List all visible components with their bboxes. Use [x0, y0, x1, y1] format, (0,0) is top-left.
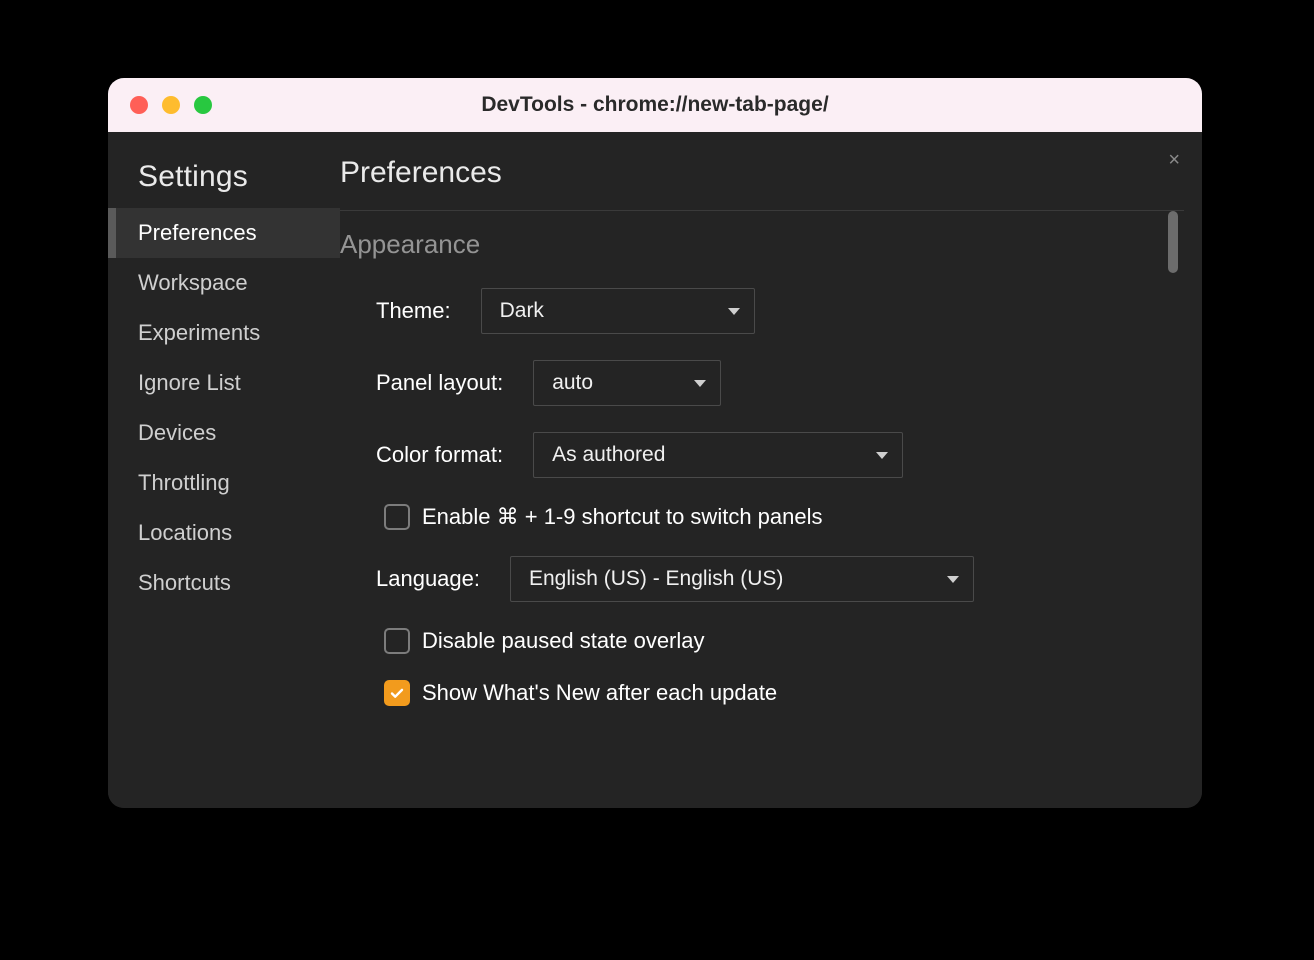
window-close-button[interactable] — [130, 96, 148, 114]
scrollbar-thumb[interactable] — [1168, 211, 1178, 273]
theme-select-value: Dark — [500, 299, 544, 323]
sidebar-title: Settings — [108, 156, 340, 208]
page-title: Preferences — [340, 156, 1184, 190]
show-whats-new-row: Show What's New after each update — [340, 680, 1176, 706]
sidebar-item-label: Ignore List — [138, 370, 241, 395]
chevron-down-icon — [876, 452, 888, 459]
language-row: Language: English (US) - English (US) — [340, 556, 1176, 602]
settings-body: × Settings Preferences Workspace Experim… — [108, 132, 1202, 808]
theme-select[interactable]: Dark — [481, 288, 755, 334]
sidebar-item-throttling[interactable]: Throttling — [108, 458, 340, 508]
preferences-content: Appearance Theme: Dark Panel layout: aut… — [340, 210, 1184, 808]
chevron-down-icon — [947, 576, 959, 583]
sidebar-item-ignore-list[interactable]: Ignore List — [108, 358, 340, 408]
show-whats-new-checkbox[interactable] — [384, 680, 410, 706]
sidebar-item-shortcuts[interactable]: Shortcuts — [108, 558, 340, 608]
sidebar-item-label: Devices — [138, 420, 216, 445]
panel-layout-select[interactable]: auto — [533, 360, 721, 406]
enable-shortcut-label: Enable ⌘ + 1-9 shortcut to switch panels — [422, 504, 823, 530]
sidebar-item-workspace[interactable]: Workspace — [108, 258, 340, 308]
sidebar-item-experiments[interactable]: Experiments — [108, 308, 340, 358]
settings-main: Preferences Appearance Theme: Dark Panel… — [340, 132, 1202, 808]
chevron-down-icon — [694, 380, 706, 387]
language-select-value: English (US) - English (US) — [529, 567, 783, 591]
theme-label: Theme: — [376, 298, 451, 324]
color-format-label: Color format: — [376, 442, 503, 468]
color-format-select-value: As authored — [552, 443, 665, 467]
check-icon — [389, 685, 405, 701]
color-format-select[interactable]: As authored — [533, 432, 903, 478]
sidebar-item-devices[interactable]: Devices — [108, 408, 340, 458]
language-select[interactable]: English (US) - English (US) — [510, 556, 974, 602]
sidebar-item-label: Shortcuts — [138, 570, 231, 595]
sidebar-item-label: Throttling — [138, 470, 230, 495]
sidebar-item-label: Preferences — [138, 220, 257, 245]
color-format-row: Color format: As authored — [340, 432, 1176, 478]
window-zoom-button[interactable] — [194, 96, 212, 114]
language-label: Language: — [376, 566, 480, 592]
chevron-down-icon — [728, 308, 740, 315]
enable-shortcut-checkbox[interactable] — [384, 504, 410, 530]
titlebar: DevTools - chrome://new-tab-page/ — [108, 78, 1202, 132]
sidebar-item-locations[interactable]: Locations — [108, 508, 340, 558]
panel-layout-label: Panel layout: — [376, 370, 503, 396]
section-heading-appearance: Appearance — [340, 229, 1176, 260]
sidebar-item-label: Locations — [138, 520, 232, 545]
window-title: DevTools - chrome://new-tab-page/ — [108, 93, 1202, 117]
sidebar-item-label: Experiments — [138, 320, 260, 345]
sidebar-item-label: Workspace — [138, 270, 248, 295]
disable-paused-overlay-checkbox[interactable] — [384, 628, 410, 654]
sidebar-item-preferences[interactable]: Preferences — [108, 208, 340, 258]
traffic-lights — [130, 96, 212, 114]
disable-paused-overlay-row: Disable paused state overlay — [340, 628, 1176, 654]
settings-sidebar: Settings Preferences Workspace Experimen… — [108, 132, 340, 808]
panel-layout-select-value: auto — [552, 371, 593, 395]
enable-shortcut-row: Enable ⌘ + 1-9 shortcut to switch panels — [340, 504, 1176, 530]
panel-layout-row: Panel layout: auto — [340, 360, 1176, 406]
show-whats-new-label: Show What's New after each update — [422, 680, 777, 706]
theme-row: Theme: Dark — [340, 288, 1176, 334]
devtools-settings-window: DevTools - chrome://new-tab-page/ × Sett… — [108, 78, 1202, 808]
window-minimize-button[interactable] — [162, 96, 180, 114]
disable-paused-overlay-label: Disable paused state overlay — [422, 628, 705, 654]
